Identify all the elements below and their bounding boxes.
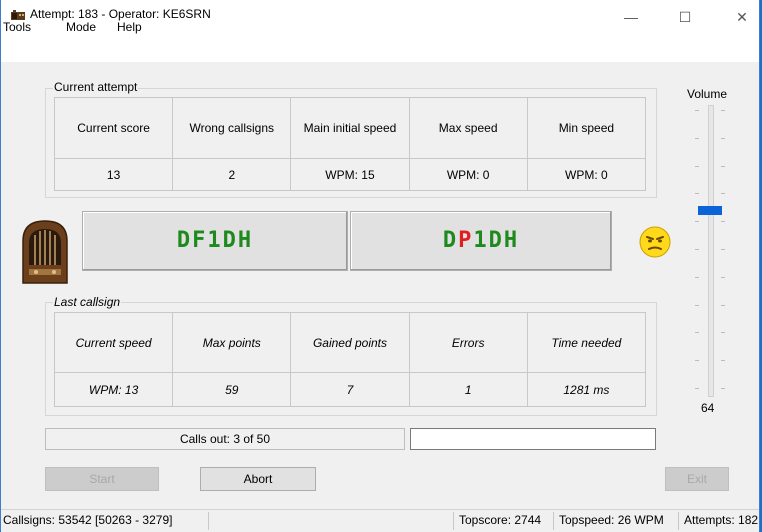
statusbar-separator <box>553 512 554 530</box>
volume-tick <box>695 388 699 389</box>
statusbar-topspeed: Topspeed: 26 WPM <box>559 513 664 527</box>
value-max-points: 59 <box>172 372 292 407</box>
current-attempt-legend: Current attempt <box>53 80 139 94</box>
statusbar-separator <box>453 512 454 530</box>
menu-tools[interactable]: Tools <box>3 20 31 34</box>
volume-tick <box>721 388 725 389</box>
main-window: Attempt: 183 - Operator: KE6SRN — ☐ ✕ To… <box>0 0 760 532</box>
received-callsign-display: DP1DH <box>350 211 612 271</box>
radio-app-icon <box>11 10 25 20</box>
received-callsign-error-char: P <box>458 228 474 253</box>
close-button[interactable]: ✕ <box>726 6 758 28</box>
volume-value: 64 <box>701 401 715 415</box>
volume-tick <box>721 249 725 250</box>
volume-tick <box>721 332 725 333</box>
header-max-points: Max points <box>172 312 292 373</box>
last-callsign-table: Current speed Max points Gained points E… <box>53 312 647 407</box>
volume-slider-thumb[interactable] <box>698 206 722 215</box>
last-callsign-header-row: Current speed Max points Gained points E… <box>53 312 647 373</box>
frowning-face-icon <box>639 226 671 258</box>
received-callsign-prefix: D <box>442 228 459 253</box>
volume-label: Volume <box>687 87 728 101</box>
volume-tick <box>721 110 725 111</box>
volume-tick <box>695 305 699 306</box>
value-min-speed: WPM: 0 <box>526 158 647 191</box>
volume-tick <box>695 138 699 139</box>
current-attempt-header-row: Current score Wrong callsigns Main initi… <box>53 97 647 159</box>
volume-tick <box>695 332 699 333</box>
value-current-score: 13 <box>53 158 174 191</box>
value-time-needed: 1281 ms <box>526 372 647 407</box>
header-current-speed: Current speed <box>53 312 174 373</box>
header-wrong-callsigns: Wrong callsigns <box>172 97 292 159</box>
volume-tick <box>721 193 725 194</box>
volume-tick <box>695 193 699 194</box>
header-max-speed: Max speed <box>408 97 528 159</box>
volume-tick <box>721 138 725 139</box>
volume-tick <box>721 221 725 222</box>
sent-callsign-display: DF1DH <box>82 211 348 271</box>
volume-tick <box>695 249 699 250</box>
current-attempt-table: Current score Wrong callsigns Main initi… <box>53 97 647 191</box>
value-max-speed: WPM: 0 <box>408 158 528 191</box>
title-bar: Attempt: 183 - Operator: KE6SRN — ☐ ✕ <box>1 0 759 40</box>
callsign-entry-field[interactable] <box>410 428 656 450</box>
abort-button[interactable]: Abort <box>200 467 316 491</box>
header-current-score: Current score <box>53 97 174 159</box>
minimize-button[interactable]: — <box>615 6 647 28</box>
statusbar-attempts: Attempts: 182 <box>684 513 759 527</box>
statusbar-callsigns: Callsigns: 53542 [50263 - 3279] <box>3 513 173 527</box>
last-callsign-value-row: WPM: 13 59 7 1 1281 ms <box>53 372 647 407</box>
value-gained-points: 7 <box>290 372 410 407</box>
menu-bar: Tools Mode Help <box>1 20 759 62</box>
last-callsign-legend: Last callsign <box>53 295 122 309</box>
volume-tick <box>695 360 699 361</box>
vintage-radio-icon <box>22 220 68 284</box>
volume-tick <box>695 166 699 167</box>
value-current-speed: WPM: 13 <box>53 372 174 407</box>
statusbar-separator <box>678 512 679 530</box>
volume-tick <box>695 110 699 111</box>
volume-tick <box>695 221 699 222</box>
maximize-button[interactable]: ☐ <box>669 6 701 28</box>
volume-slider-track[interactable] <box>708 105 714 397</box>
window-title: Attempt: 183 - Operator: KE6SRN <box>30 7 211 21</box>
statusbar-separator <box>208 512 209 530</box>
header-time-needed: Time needed <box>526 312 647 373</box>
header-main-initial-speed: Main initial speed <box>290 97 410 159</box>
status-bar: Callsigns: 53542 [50263 - 3279] Topscore… <box>1 509 759 532</box>
volume-tick <box>721 360 725 361</box>
menu-help[interactable]: Help <box>117 20 142 34</box>
statusbar-topscore: Topscore: 2744 <box>459 513 542 527</box>
header-min-speed: Min speed <box>526 97 647 159</box>
start-button[interactable]: Start <box>45 467 159 491</box>
menu-mode[interactable]: Mode <box>66 20 96 34</box>
current-attempt-value-row: 13 2 WPM: 15 WPM: 0 WPM: 0 <box>53 158 647 191</box>
volume-tick <box>721 305 725 306</box>
exit-button[interactable]: Exit <box>665 467 729 491</box>
volume-tick <box>721 277 725 278</box>
received-callsign-suffix: 1DH <box>473 228 520 253</box>
volume-tick <box>695 277 699 278</box>
calls-out-status: Calls out: 3 of 50 <box>45 428 405 450</box>
calls-out-text: Calls out: 3 of 50 <box>179 432 271 446</box>
header-errors: Errors <box>408 312 528 373</box>
value-wrong-callsigns: 2 <box>172 158 292 191</box>
volume-tick <box>721 166 725 167</box>
header-gained-points: Gained points <box>290 312 410 373</box>
value-main-initial-speed: WPM: 15 <box>290 158 410 191</box>
sent-callsign-text: DF1DH <box>176 228 254 253</box>
value-errors: 1 <box>408 372 528 407</box>
